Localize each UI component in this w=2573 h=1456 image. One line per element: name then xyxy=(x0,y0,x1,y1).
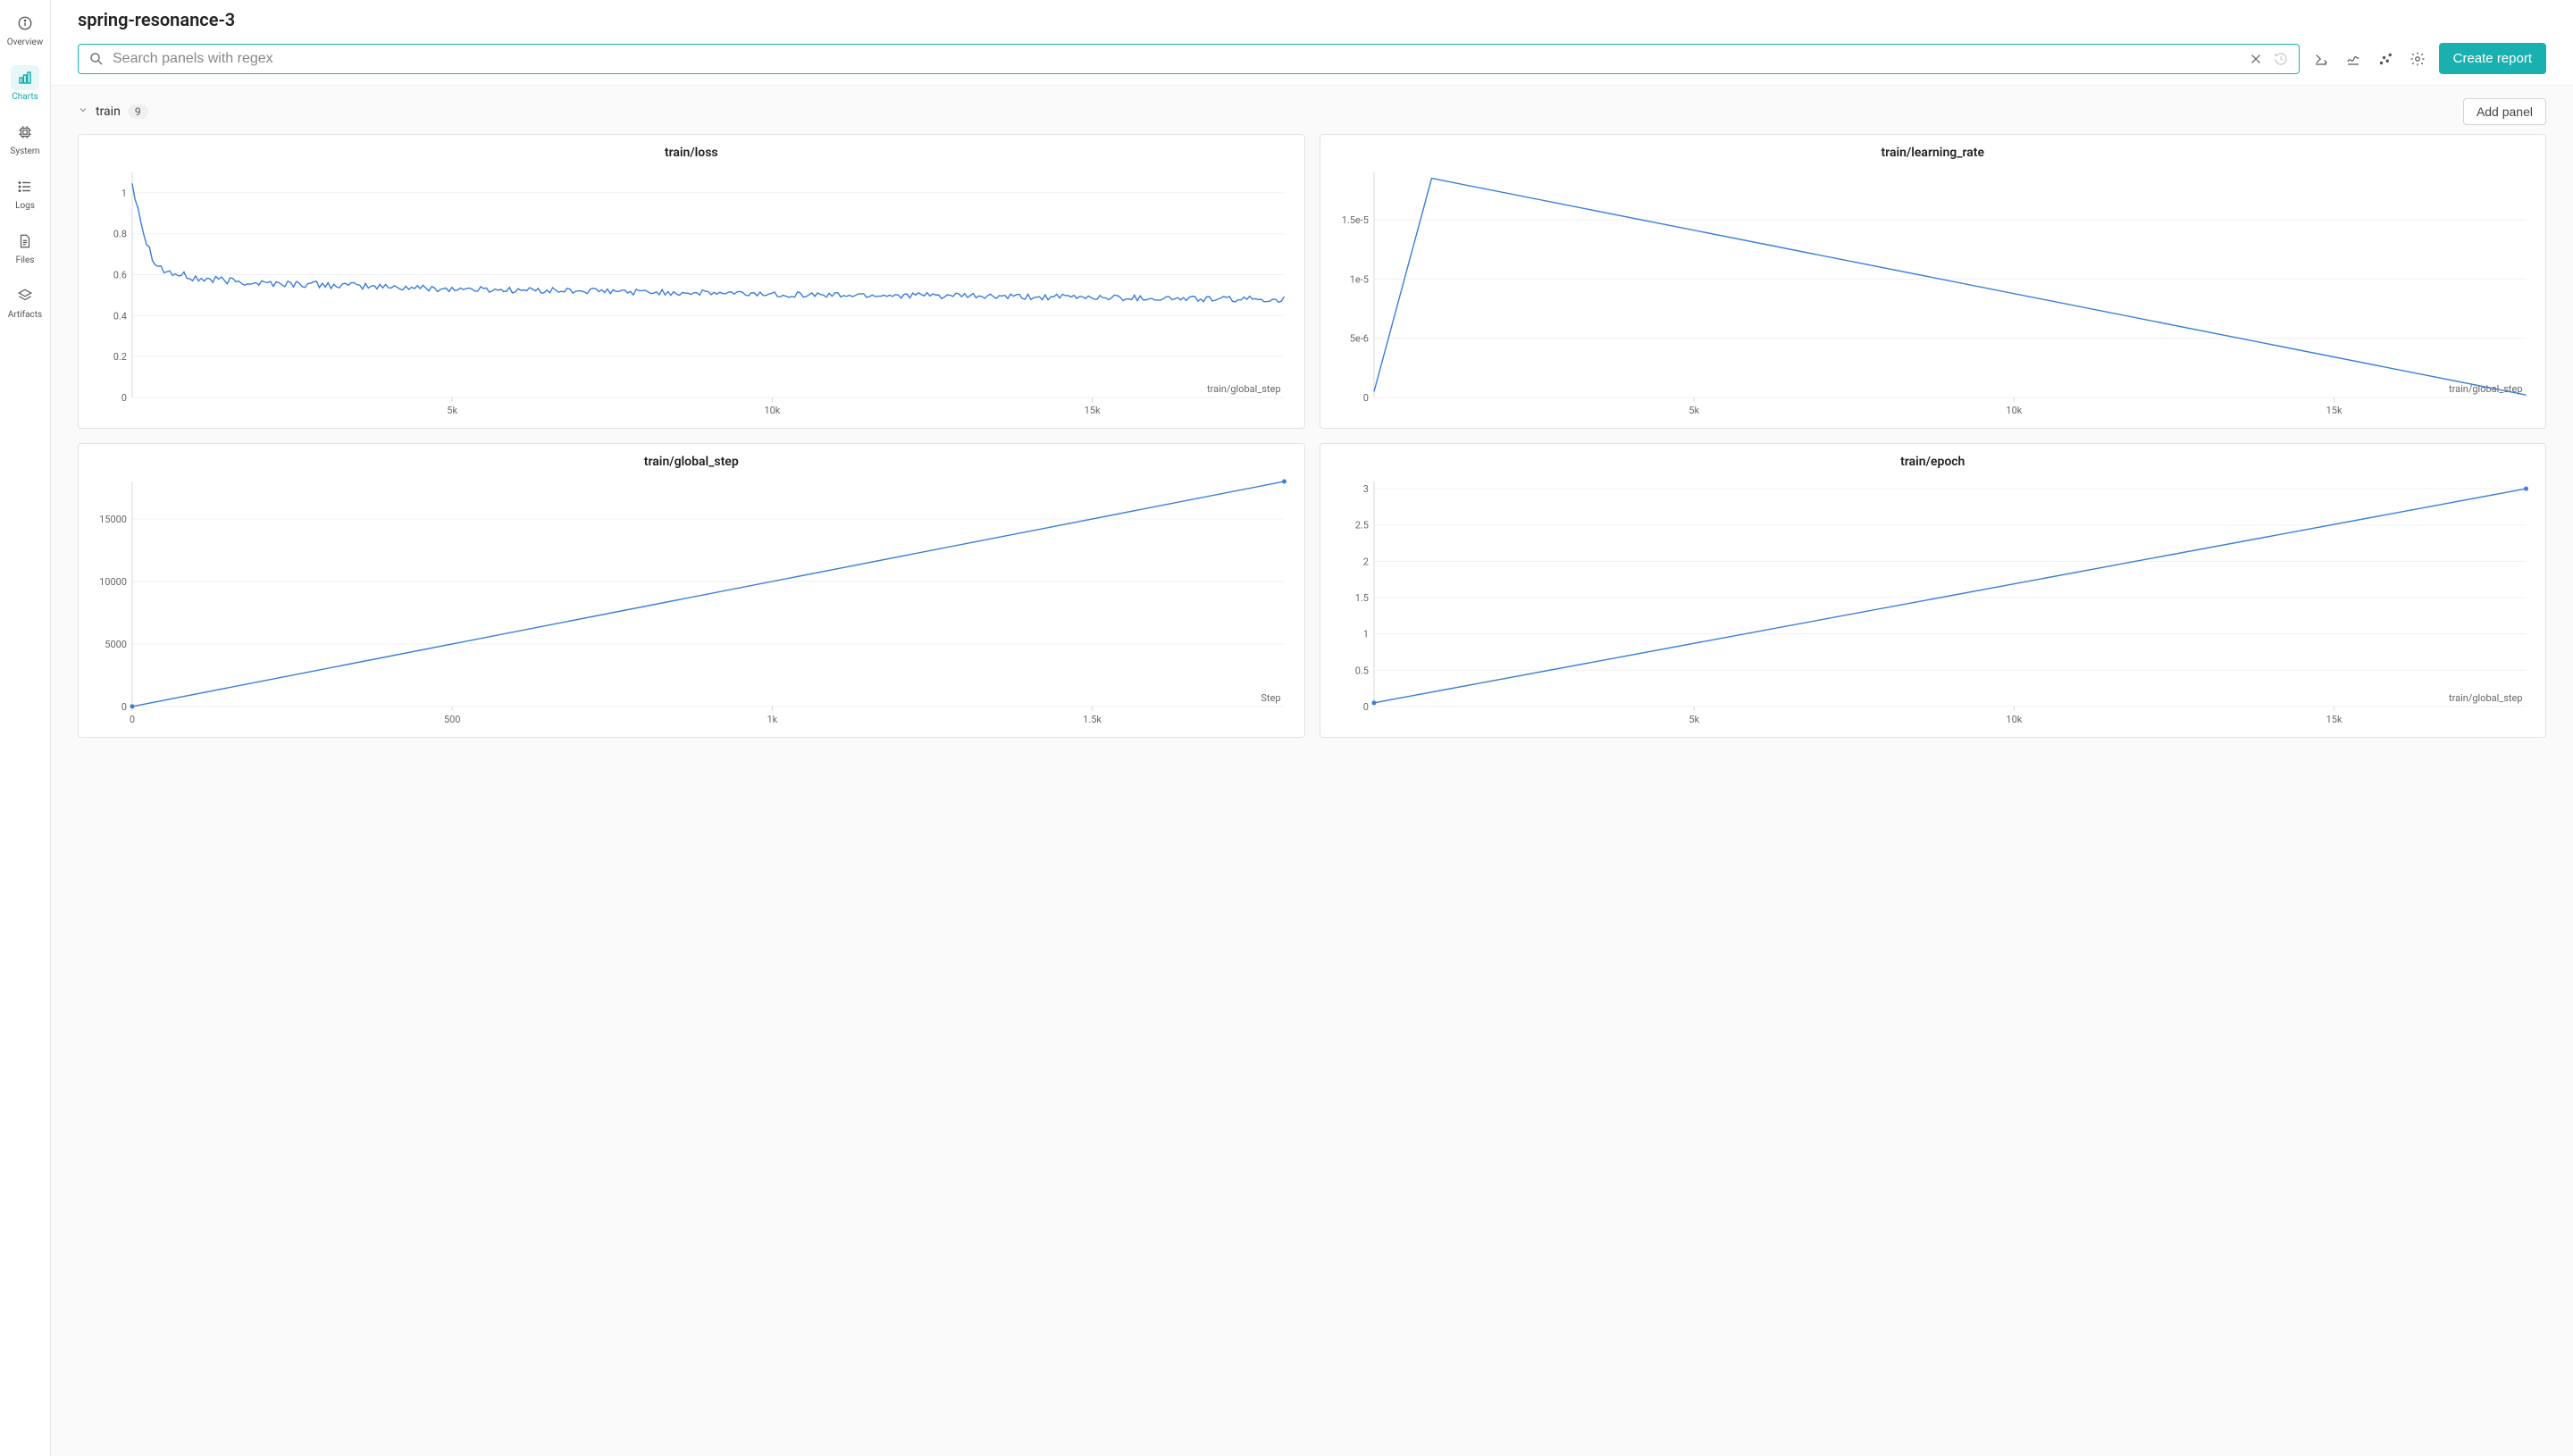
svg-text:0.2: 0.2 xyxy=(113,351,127,363)
svg-text:500: 500 xyxy=(444,714,461,725)
search-input[interactable] xyxy=(113,51,2240,67)
settings-icon[interactable] xyxy=(2407,48,2428,70)
svg-text:1e-5: 1e-5 xyxy=(1349,273,1368,285)
svg-text:5k: 5k xyxy=(1689,405,1699,416)
header: spring-resonance-3 xyxy=(51,0,2573,86)
clear-icon[interactable] xyxy=(2247,50,2265,68)
svg-text:1.5: 1.5 xyxy=(1354,592,1368,604)
sidebar-item-artifacts[interactable]: Artifacts xyxy=(0,280,50,323)
svg-text:10000: 10000 xyxy=(99,576,127,588)
panel-train-global-step[interactable]: train/global_step 0 5000 10000 15000 0 500 1k 1… xyxy=(78,443,1305,738)
smoothing-icon[interactable] xyxy=(2343,48,2364,70)
svg-text:10k: 10k xyxy=(2006,714,2022,725)
info-icon xyxy=(11,11,39,36)
svg-text:2: 2 xyxy=(1362,556,1368,567)
svg-text:0.6: 0.6 xyxy=(113,269,127,280)
outliers-icon[interactable] xyxy=(2375,48,2396,70)
history-icon[interactable] xyxy=(2272,50,2290,68)
file-icon xyxy=(11,229,39,254)
chart-canvas: 0 5000 10000 15000 0 500 1k 1.5k Step xyxy=(88,473,1295,735)
svg-text:15000: 15000 xyxy=(99,514,127,525)
svg-text:1: 1 xyxy=(1362,629,1368,640)
svg-text:0: 0 xyxy=(122,392,127,404)
sidebar-label: Files xyxy=(16,255,35,265)
sidebar-item-overview[interactable]: Overview xyxy=(0,7,50,51)
chart-canvas: 0 0.5 1 1.5 2 2.5 3 5k 10k 15k train/global_step xyxy=(1329,473,2537,735)
add-panel-button[interactable]: Add panel xyxy=(2463,98,2546,125)
create-report-button[interactable]: Create report xyxy=(2439,43,2546,74)
sidebar-label: Overview xyxy=(7,38,44,47)
panel-train-epoch[interactable]: train/epoch 0 0.5 1 1.5 2 2.5 3 5k 10k 15k train/g… xyxy=(1320,443,2547,738)
svg-text:10k: 10k xyxy=(2006,405,2022,416)
page-title: spring-resonance-3 xyxy=(78,9,2546,30)
sidebar-item-files[interactable]: Files xyxy=(0,225,50,269)
chart-canvas: 00.20.40.60.815k10k15ktrain/global_step xyxy=(88,163,1295,426)
svg-text:0: 0 xyxy=(130,714,135,725)
svg-text:15k: 15k xyxy=(1085,405,1101,416)
svg-text:5k: 5k xyxy=(1689,714,1699,725)
panel-grid: train/loss 00.20.40.60.815k10k15ktrain/g… xyxy=(78,134,2546,738)
svg-text:0.4: 0.4 xyxy=(113,310,127,322)
sidebar-item-logs[interactable]: Logs xyxy=(0,171,50,214)
panel-train-loss[interactable]: train/loss 00.20.40.60.815k10k15ktrain/g… xyxy=(78,134,1305,429)
section-header: train 9 Add panel xyxy=(78,98,2546,125)
sidebar-label: Logs xyxy=(15,201,35,211)
section-name[interactable]: train xyxy=(96,105,121,119)
layers-icon xyxy=(11,283,39,308)
section-count: 9 xyxy=(128,105,148,119)
svg-text:5e-6: 5e-6 xyxy=(1349,333,1368,345)
svg-text:train/global_step: train/global_step xyxy=(2449,692,2522,704)
panel-title: train/learning_rate xyxy=(1329,146,2537,160)
svg-text:0.5: 0.5 xyxy=(1354,665,1368,676)
panel-title: train/loss xyxy=(88,146,1295,160)
list-icon xyxy=(11,174,39,199)
svg-text:Step: Step xyxy=(1261,692,1280,704)
svg-text:3: 3 xyxy=(1362,483,1368,495)
svg-text:0: 0 xyxy=(1362,701,1368,713)
svg-text:15k: 15k xyxy=(2326,405,2342,416)
svg-text:2.5: 2.5 xyxy=(1354,520,1368,531)
svg-text:0: 0 xyxy=(122,701,127,713)
svg-text:0: 0 xyxy=(1362,392,1368,404)
panel-train-learning-rate[interactable]: train/learning_rate 0 5e-6 1e-5 1.5e-5 5k 10k… xyxy=(1320,134,2547,429)
chip-icon xyxy=(11,120,39,145)
svg-text:train/global_step: train/global_step xyxy=(2449,383,2522,395)
svg-text:5000: 5000 xyxy=(105,639,127,650)
svg-text:1.5e-5: 1.5e-5 xyxy=(1341,214,1368,226)
svg-text:1: 1 xyxy=(122,188,127,199)
chevron-down-icon[interactable] xyxy=(78,105,88,119)
svg-text:10k: 10k xyxy=(764,405,780,416)
sidebar-item-system[interactable]: System xyxy=(0,116,50,160)
x-axis-icon[interactable] xyxy=(2310,48,2332,70)
sidebar-label: Artifacts xyxy=(8,310,42,320)
svg-text:1.5k: 1.5k xyxy=(1083,714,1102,725)
search-box[interactable] xyxy=(78,44,2300,74)
sidebar-item-charts[interactable]: Charts xyxy=(0,62,50,105)
sidebar-label: Charts xyxy=(12,92,38,102)
sidebar: Overview Charts System Logs Files xyxy=(0,0,51,1456)
panel-title: train/global_step xyxy=(88,455,1295,469)
chart-canvas: 0 5e-6 1e-5 1.5e-5 5k 10k 15k train/global_step xyxy=(1329,163,2537,426)
chart-icon xyxy=(11,65,39,90)
search-icon xyxy=(88,50,105,68)
svg-text:0.8: 0.8 xyxy=(113,229,127,240)
svg-text:15k: 15k xyxy=(2326,714,2342,725)
svg-text:5k: 5k xyxy=(447,405,457,416)
sidebar-label: System xyxy=(10,146,39,156)
panel-title: train/epoch xyxy=(1329,455,2537,469)
svg-text:1k: 1k xyxy=(767,714,778,725)
svg-text:train/global_step: train/global_step xyxy=(1207,383,1280,395)
